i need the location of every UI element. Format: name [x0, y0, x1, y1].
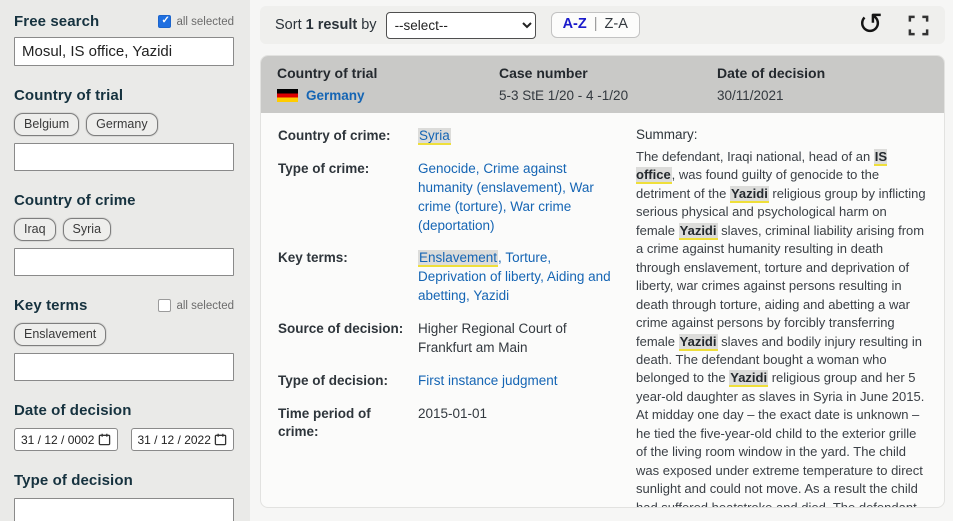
- results-main: Sort 1 result by --select-- A-Z | Z-A ↺ …: [250, 0, 953, 521]
- case-number-value: 5-3 StE 1/20 - 4 -1/20: [499, 88, 629, 103]
- type-of-crime-links: Genocide, Crime against humanity (enslav…: [418, 160, 594, 233]
- date-of-decision-value: 30/11/2021: [717, 88, 784, 103]
- time-period-value: 2015-01-01: [418, 405, 488, 421]
- summary-text: The defendant, Iraqi national, head of a…: [636, 149, 926, 508]
- column-header-date-of-decision: Date of decision: [717, 65, 826, 81]
- refresh-icon[interactable]: ↺: [858, 10, 883, 40]
- calendar-icon: [98, 433, 110, 446]
- key-terms-links: Enslavement, Torture, Deprivation of lib…: [418, 250, 611, 304]
- date-of-decision-section: Date of decision 31 / 12 / 0002 31 / 12 …: [14, 402, 234, 451]
- free-search-all-selected[interactable]: all selected: [158, 15, 234, 28]
- summary-highlight: IS office: [636, 149, 888, 185]
- checkbox-unchecked-icon[interactable]: [158, 299, 172, 312]
- detail-row: Country of crime: Syria: [278, 127, 618, 146]
- crime-type-link[interactable]: Genocide: [418, 161, 476, 176]
- detail-row: Source of decision: Higher Regional Cour…: [278, 320, 618, 358]
- free-search-section: Free search all selected: [14, 13, 234, 66]
- sort-az-button[interactable]: A-Z: [563, 16, 587, 32]
- summary-label: Summary:: [636, 127, 698, 142]
- calendar-icon: [214, 433, 227, 446]
- result-header-band: Country of trial Case number Date of dec…: [261, 56, 944, 113]
- detail-label: Key terms:: [278, 250, 348, 266]
- column-header-country-of-trial: Country of trial: [277, 65, 378, 81]
- key-term-link[interactable]: Deprivation of liberty: [418, 269, 540, 284]
- key-term-link[interactable]: Enslavement: [418, 250, 499, 268]
- all-selected-label: all selected: [176, 299, 234, 312]
- detail-label: Country of crime:: [278, 128, 391, 143]
- sort-select[interactable]: --select--: [385, 11, 536, 39]
- type-of-decision-link[interactable]: First instance judgment: [418, 373, 558, 388]
- country-of-crime-input[interactable]: [14, 248, 234, 276]
- filter-tag[interactable]: Iraq: [14, 218, 56, 241]
- result-body: Country of crime: Syria Type of crime: G…: [261, 113, 944, 508]
- date-to-field[interactable]: 31 / 12 / 2022: [130, 428, 234, 451]
- filter-tag[interactable]: Syria: [62, 218, 112, 241]
- date-from-field[interactable]: 31 / 12 / 0002: [14, 428, 118, 451]
- case-summary: Summary: The defendant, Iraqi national, …: [636, 127, 929, 508]
- filter-tag[interactable]: Germany: [86, 113, 158, 136]
- free-search-input[interactable]: [14, 37, 234, 66]
- checkbox-checked-icon[interactable]: [158, 15, 172, 28]
- result-count: 1 result: [305, 17, 358, 33]
- country-of-trial-value: Germany: [277, 88, 499, 103]
- result-card: Country of trial Case number Date of dec…: [260, 55, 945, 508]
- key-terms-heading: Key terms: [14, 297, 88, 314]
- detail-label: Type of crime:: [278, 160, 370, 176]
- sort-direction-toggle: A-Z | Z-A: [550, 12, 640, 38]
- detail-label: Type of decision:: [278, 372, 389, 388]
- key-term-link[interactable]: Torture: [505, 250, 547, 265]
- type-of-decision-heading: Type of decision: [14, 472, 133, 489]
- country-of-crime-section: Country of crime Iraq Syria: [14, 192, 234, 276]
- country-of-trial-input[interactable]: [14, 143, 234, 171]
- filter-tag[interactable]: Belgium: [14, 113, 80, 136]
- filter-tag[interactable]: Enslavement: [14, 323, 107, 346]
- country-of-trial-section: Country of trial Belgium Germany: [14, 87, 234, 171]
- country-of-crime-link[interactable]: Syria: [418, 128, 451, 145]
- detail-row: Key terms: Enslavement, Torture, Depriva…: [278, 249, 618, 306]
- detail-row: Time period of crime: 2015-01-01: [278, 405, 618, 441]
- date-of-decision-heading: Date of decision: [14, 402, 132, 419]
- filters-sidebar: Free search all selected Country of tria…: [0, 0, 250, 521]
- key-terms-input[interactable]: [14, 353, 234, 381]
- key-term-link[interactable]: Yazidi: [473, 288, 509, 303]
- country-of-crime-heading: Country of crime: [14, 192, 136, 209]
- summary-highlight: Yazidi: [729, 185, 769, 203]
- summary-highlight: Yazidi: [678, 333, 718, 351]
- sort-divider: |: [593, 16, 598, 32]
- summary-highlight: Yazidi: [729, 370, 769, 388]
- free-search-heading: Free search: [14, 13, 100, 30]
- country-of-trial-heading: Country of trial: [14, 87, 124, 104]
- sort-toolbar: Sort 1 result by --select-- A-Z | Z-A ↺: [260, 6, 945, 44]
- detail-label: Source of decision:: [278, 321, 404, 337]
- detail-row: Type of decision: First instance judgmen…: [278, 372, 618, 391]
- case-details: Country of crime: Syria Type of crime: G…: [278, 127, 618, 507]
- sort-label: Sort 1 result by: [275, 17, 377, 33]
- detail-label: Time period of crime:: [278, 405, 371, 440]
- detail-row: Type of crime: Genocide, Crime against h…: [278, 160, 618, 236]
- summary-highlight: Yazidi: [678, 222, 718, 240]
- germany-flag-icon: [277, 89, 298, 102]
- date-to-value: 31 / 12 / 2022: [137, 432, 211, 447]
- key-terms-section: Key terms all selected Enslavement: [14, 297, 234, 381]
- sort-za-button[interactable]: Z-A: [605, 16, 628, 32]
- type-of-decision-section: Type of decision: [14, 472, 234, 521]
- key-terms-all-selected[interactable]: all selected: [158, 299, 234, 312]
- source-of-decision-value: Higher Regional Court of Frankfurt am Ma…: [418, 321, 567, 356]
- date-from-value: 31 / 12 / 0002: [21, 432, 95, 447]
- column-header-case-number: Case number: [499, 65, 588, 81]
- type-of-decision-input[interactable]: [14, 498, 234, 521]
- fullscreen-icon[interactable]: [907, 14, 930, 37]
- all-selected-label: all selected: [176, 15, 234, 28]
- country-of-trial-link[interactable]: Germany: [306, 88, 365, 103]
